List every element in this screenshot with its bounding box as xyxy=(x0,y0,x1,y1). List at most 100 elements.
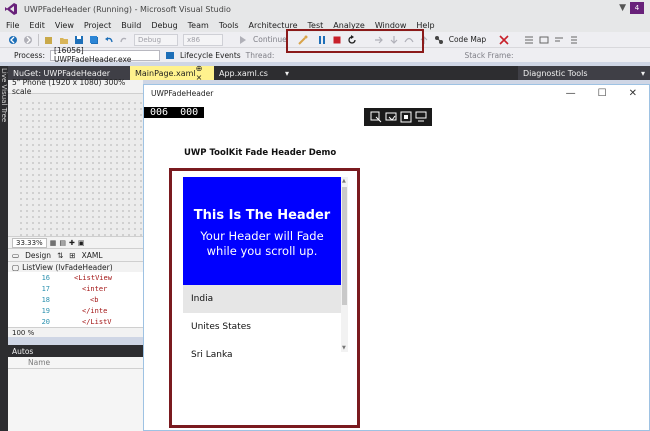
window-controls: — ☐ ✕ xyxy=(566,88,637,99)
device-selector[interactable]: 5" Phone (1920 x 1080) 300% scale xyxy=(8,78,143,96)
continue-button[interactable]: Continue xyxy=(253,35,287,44)
snap-icon[interactable]: ▤ xyxy=(59,239,66,247)
tab-diagnostic-tools[interactable]: Diagnostic Tools ▾ xyxy=(518,66,650,80)
swap-panes-icon[interactable]: ⇅ xyxy=(57,251,63,260)
scroll-up-icon[interactable]: ▲ xyxy=(342,178,346,184)
list-item[interactable]: India xyxy=(183,285,341,313)
pin-icon[interactable]: ⊕ × xyxy=(196,64,209,82)
notification-badge[interactable]: 4 xyxy=(630,2,644,14)
exceptions-icon[interactable] xyxy=(499,34,509,45)
zoom-dropdown[interactable]: 33.33% xyxy=(12,237,47,248)
forward-icon[interactable] xyxy=(23,35,33,45)
minimize-icon[interactable]: — xyxy=(566,88,576,99)
tab-app-xaml-cs[interactable]: App.xaml.cs ▾ xyxy=(214,66,294,80)
app-title: UWPFadeHeader xyxy=(151,89,214,98)
line-number: 17 xyxy=(41,284,50,293)
close-icon[interactable]: ✕ xyxy=(629,88,637,99)
thread-label: Thread: xyxy=(245,50,275,60)
code-line: 17 <inter xyxy=(8,283,143,294)
design-xaml-switch: ▭ Design ⇅ ⊞ XAML xyxy=(8,248,143,261)
line-number: 16 xyxy=(41,273,50,282)
line-number: 19 xyxy=(41,306,50,315)
code-text: <b xyxy=(90,295,99,304)
xaml-tab[interactable]: XAML xyxy=(82,251,103,260)
header-title: This Is The Header xyxy=(193,208,331,223)
xaml-icon: ⊞ xyxy=(69,250,76,260)
menu-project[interactable]: Project xyxy=(84,21,111,30)
flag-icon[interactable]: ▼ xyxy=(619,3,626,13)
title-bar: UWPFadeHeader (Running) - Microsoft Visu… xyxy=(0,0,650,18)
app-window: UWPFadeHeader — ☐ ✕ 006 000 UWP ToolKit … xyxy=(143,84,650,431)
new-project-icon[interactable] xyxy=(44,35,54,45)
design-tab[interactable]: Design xyxy=(25,251,51,260)
fade-header: This Is The Header Your Header will Fade… xyxy=(183,177,341,285)
process-dropdown[interactable]: [16056] UWPFadeHeader.exe xyxy=(49,46,160,64)
continue-icon[interactable] xyxy=(238,35,248,45)
scroll-down-icon[interactable]: ▼ xyxy=(342,345,346,351)
code-line: 16 <ListView xyxy=(8,272,143,283)
menu-edit[interactable]: Edit xyxy=(29,21,45,30)
format-icon[interactable] xyxy=(554,35,564,45)
threads-icon[interactable] xyxy=(524,35,534,45)
in-app-debug-toolbar xyxy=(364,108,432,126)
counter-a: 006 xyxy=(150,107,169,118)
save-icon[interactable] xyxy=(74,35,84,45)
line-number: 18 xyxy=(41,295,50,304)
autos-panel-title[interactable]: Autos xyxy=(8,345,143,357)
xaml-code-editor[interactable]: 16 <ListView 17 <inter 18 <b 19 </inte 20 </L… xyxy=(8,272,143,328)
code-map-button[interactable]: Code Map xyxy=(449,35,486,44)
menu-build[interactable]: Build xyxy=(121,21,141,30)
display-layout-adorners-icon[interactable] xyxy=(385,111,397,123)
counter-b: 000 xyxy=(180,107,199,118)
memory-icon[interactable] xyxy=(539,35,549,45)
process-label: Process: xyxy=(14,50,45,60)
code-line: 20 </ListV xyxy=(8,316,143,327)
undo-icon[interactable] xyxy=(104,35,114,45)
code-text: </inte xyxy=(82,306,108,315)
line-number: 20 xyxy=(41,317,50,326)
redo-icon[interactable] xyxy=(119,35,129,45)
code-line: 19 </inte xyxy=(8,305,143,316)
menu-debug[interactable]: Debug xyxy=(151,21,177,30)
menu-file[interactable]: File xyxy=(6,21,19,30)
panel-dropdown-icon[interactable]: ▾ xyxy=(641,69,645,78)
menu-view[interactable]: View xyxy=(55,21,74,30)
tab-dropdown-icon[interactable]: ▾ xyxy=(285,69,289,78)
code-zoom-dropdown[interactable]: 100 % xyxy=(8,327,143,337)
save-all-icon[interactable] xyxy=(89,35,99,45)
design-surface[interactable] xyxy=(18,100,143,250)
select-element-icon[interactable] xyxy=(370,111,382,123)
menu-tools[interactable]: Tools xyxy=(219,21,239,30)
autos-name-column[interactable]: Name xyxy=(8,357,143,369)
artboard-icon[interactable]: ▣ xyxy=(78,239,85,247)
platform-dropdown[interactable]: x86 xyxy=(183,33,223,46)
comment-icon[interactable] xyxy=(569,35,579,45)
grid-toggle-icon[interactable]: ▦ xyxy=(50,239,57,247)
listview-label: ListView (lvFadeHeader) xyxy=(22,262,113,272)
maximize-icon[interactable]: ☐ xyxy=(598,88,607,99)
code-line: 18 <b xyxy=(8,294,143,305)
open-folder-icon[interactable] xyxy=(59,35,69,45)
code-map-icon[interactable] xyxy=(434,35,444,45)
track-focus-icon[interactable] xyxy=(400,111,412,123)
list-item[interactable]: Unites States xyxy=(183,313,341,341)
diagnostic-tools-label: Diagnostic Tools xyxy=(523,68,588,78)
back-icon[interactable] xyxy=(8,35,18,45)
hide-toolbar-icon[interactable] xyxy=(415,111,427,123)
design-icon: ▭ xyxy=(12,250,20,260)
listview-scrollbar[interactable]: ▲ ▼ xyxy=(341,177,348,352)
configuration-dropdown[interactable]: Debug xyxy=(134,33,178,46)
list-item[interactable]: Sri Lanka xyxy=(183,341,341,369)
menu-team[interactable]: Team xyxy=(188,21,209,30)
effects-icon[interactable]: ✚ xyxy=(69,239,75,247)
stack-frame-label: Stack Frame: xyxy=(464,50,514,60)
tab-mainpage-label: MainPage.xaml xyxy=(135,68,196,78)
visual-studio-logo-icon xyxy=(4,2,18,16)
element-breadcrumb[interactable]: ▢ ListView (lvFadeHeader) xyxy=(8,261,143,272)
country-list: India Unites States Sri Lanka xyxy=(183,285,341,369)
lifecycle-events-icon[interactable] xyxy=(165,50,175,60)
live-visual-tree-label[interactable]: Live Visual Tree xyxy=(0,66,8,122)
scroll-thumb[interactable] xyxy=(342,187,347,305)
tab-app-label: App.xaml.cs xyxy=(219,68,268,78)
lifecycle-events-dropdown[interactable]: Lifecycle Events xyxy=(180,51,241,60)
